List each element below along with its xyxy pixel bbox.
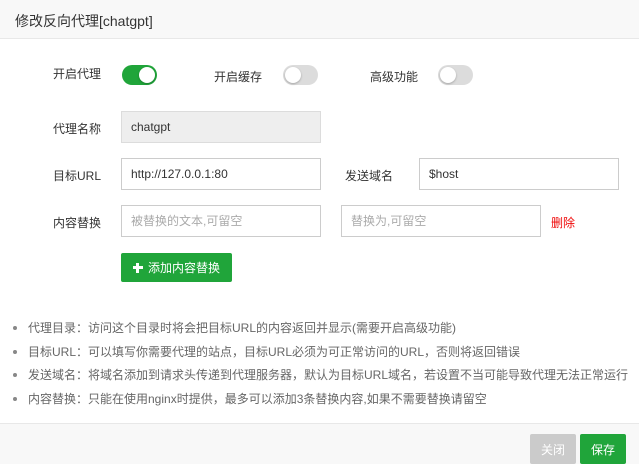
plus-icon	[132, 262, 143, 273]
tip-text: 内容替换：只能在使用nginx时提供，最多可以添加3条替换内容,如果不需要替换请…	[28, 391, 487, 406]
proxy-name-field	[121, 111, 321, 143]
proxy-toggle[interactable]	[122, 65, 157, 85]
cache-toggle-label: 开启缓存	[214, 70, 263, 84]
close-button[interactable]: 关闭	[530, 434, 576, 464]
bullet-icon	[13, 349, 17, 354]
replace-from-input[interactable]	[121, 205, 321, 237]
tip-text: 代理目录：访问这个目录时将会把目标URL的内容返回并显示(需要开启高级功能)	[28, 321, 457, 335]
save-button[interactable]: 保存	[580, 434, 626, 464]
send-domain-label: 发送域名	[345, 169, 394, 183]
advanced-toggle[interactable]	[438, 65, 473, 85]
cache-toggle[interactable]	[283, 65, 318, 85]
toggle-knob	[440, 67, 456, 83]
toggle-knob	[139, 67, 155, 83]
replace-to-input[interactable]	[341, 205, 541, 237]
tip-text: 发送域名：将域名添加到请求头传递到代理服务器，默认为目标URL域名，若设置不当可…	[28, 368, 629, 382]
dialog-titlebar: 修改反向代理[chatgpt]	[0, 0, 639, 39]
reverse-proxy-dialog: 修改反向代理[chatgpt] 开启代理 开启缓存 高级功能 代理名称 目标UR…	[0, 0, 639, 464]
advanced-toggle-label: 高级功能	[370, 70, 419, 84]
add-content-replace-button[interactable]: 添加内容替换	[121, 253, 232, 282]
help-tips-list: 代理目录：访问这个目录时将会把目标URL的内容返回并显示(需要开启高级功能) 目…	[12, 320, 632, 414]
tip-item: 内容替换：只能在使用nginx时提供，最多可以添加3条替换内容,如果不需要替换请…	[12, 391, 632, 415]
delete-replace-link[interactable]: 删除	[551, 214, 575, 231]
bullet-icon	[13, 326, 17, 330]
dialog-title: 修改反向代理[chatgpt]	[15, 13, 153, 29]
target-url-input[interactable]	[121, 158, 321, 190]
toggle-knob	[285, 67, 301, 83]
tip-item: 目标URL：可以填写你需要代理的站点，目标URL必须为可正常访问的URL，否则将…	[12, 344, 632, 368]
bullet-icon	[13, 373, 17, 377]
target-url-label: 目标URL	[53, 169, 102, 183]
proxy-name-label: 代理名称	[53, 122, 102, 136]
bullet-icon	[13, 396, 17, 401]
add-button-label: 添加内容替换	[147, 261, 220, 275]
proxy-toggle-label: 开启代理	[53, 67, 102, 81]
tip-item: 发送域名：将域名添加到请求头传递到代理服务器，默认为目标URL域名，若设置不当可…	[12, 367, 632, 391]
tip-item: 代理目录：访问这个目录时将会把目标URL的内容返回并显示(需要开启高级功能)	[12, 320, 632, 344]
send-domain-input[interactable]	[419, 158, 619, 190]
tip-text: 目标URL：可以填写你需要代理的站点，目标URL必须为可正常访问的URL，否则将…	[28, 344, 521, 359]
content-replace-label: 内容替换	[53, 216, 102, 230]
dialog-footer: 关闭 保存	[0, 423, 639, 464]
